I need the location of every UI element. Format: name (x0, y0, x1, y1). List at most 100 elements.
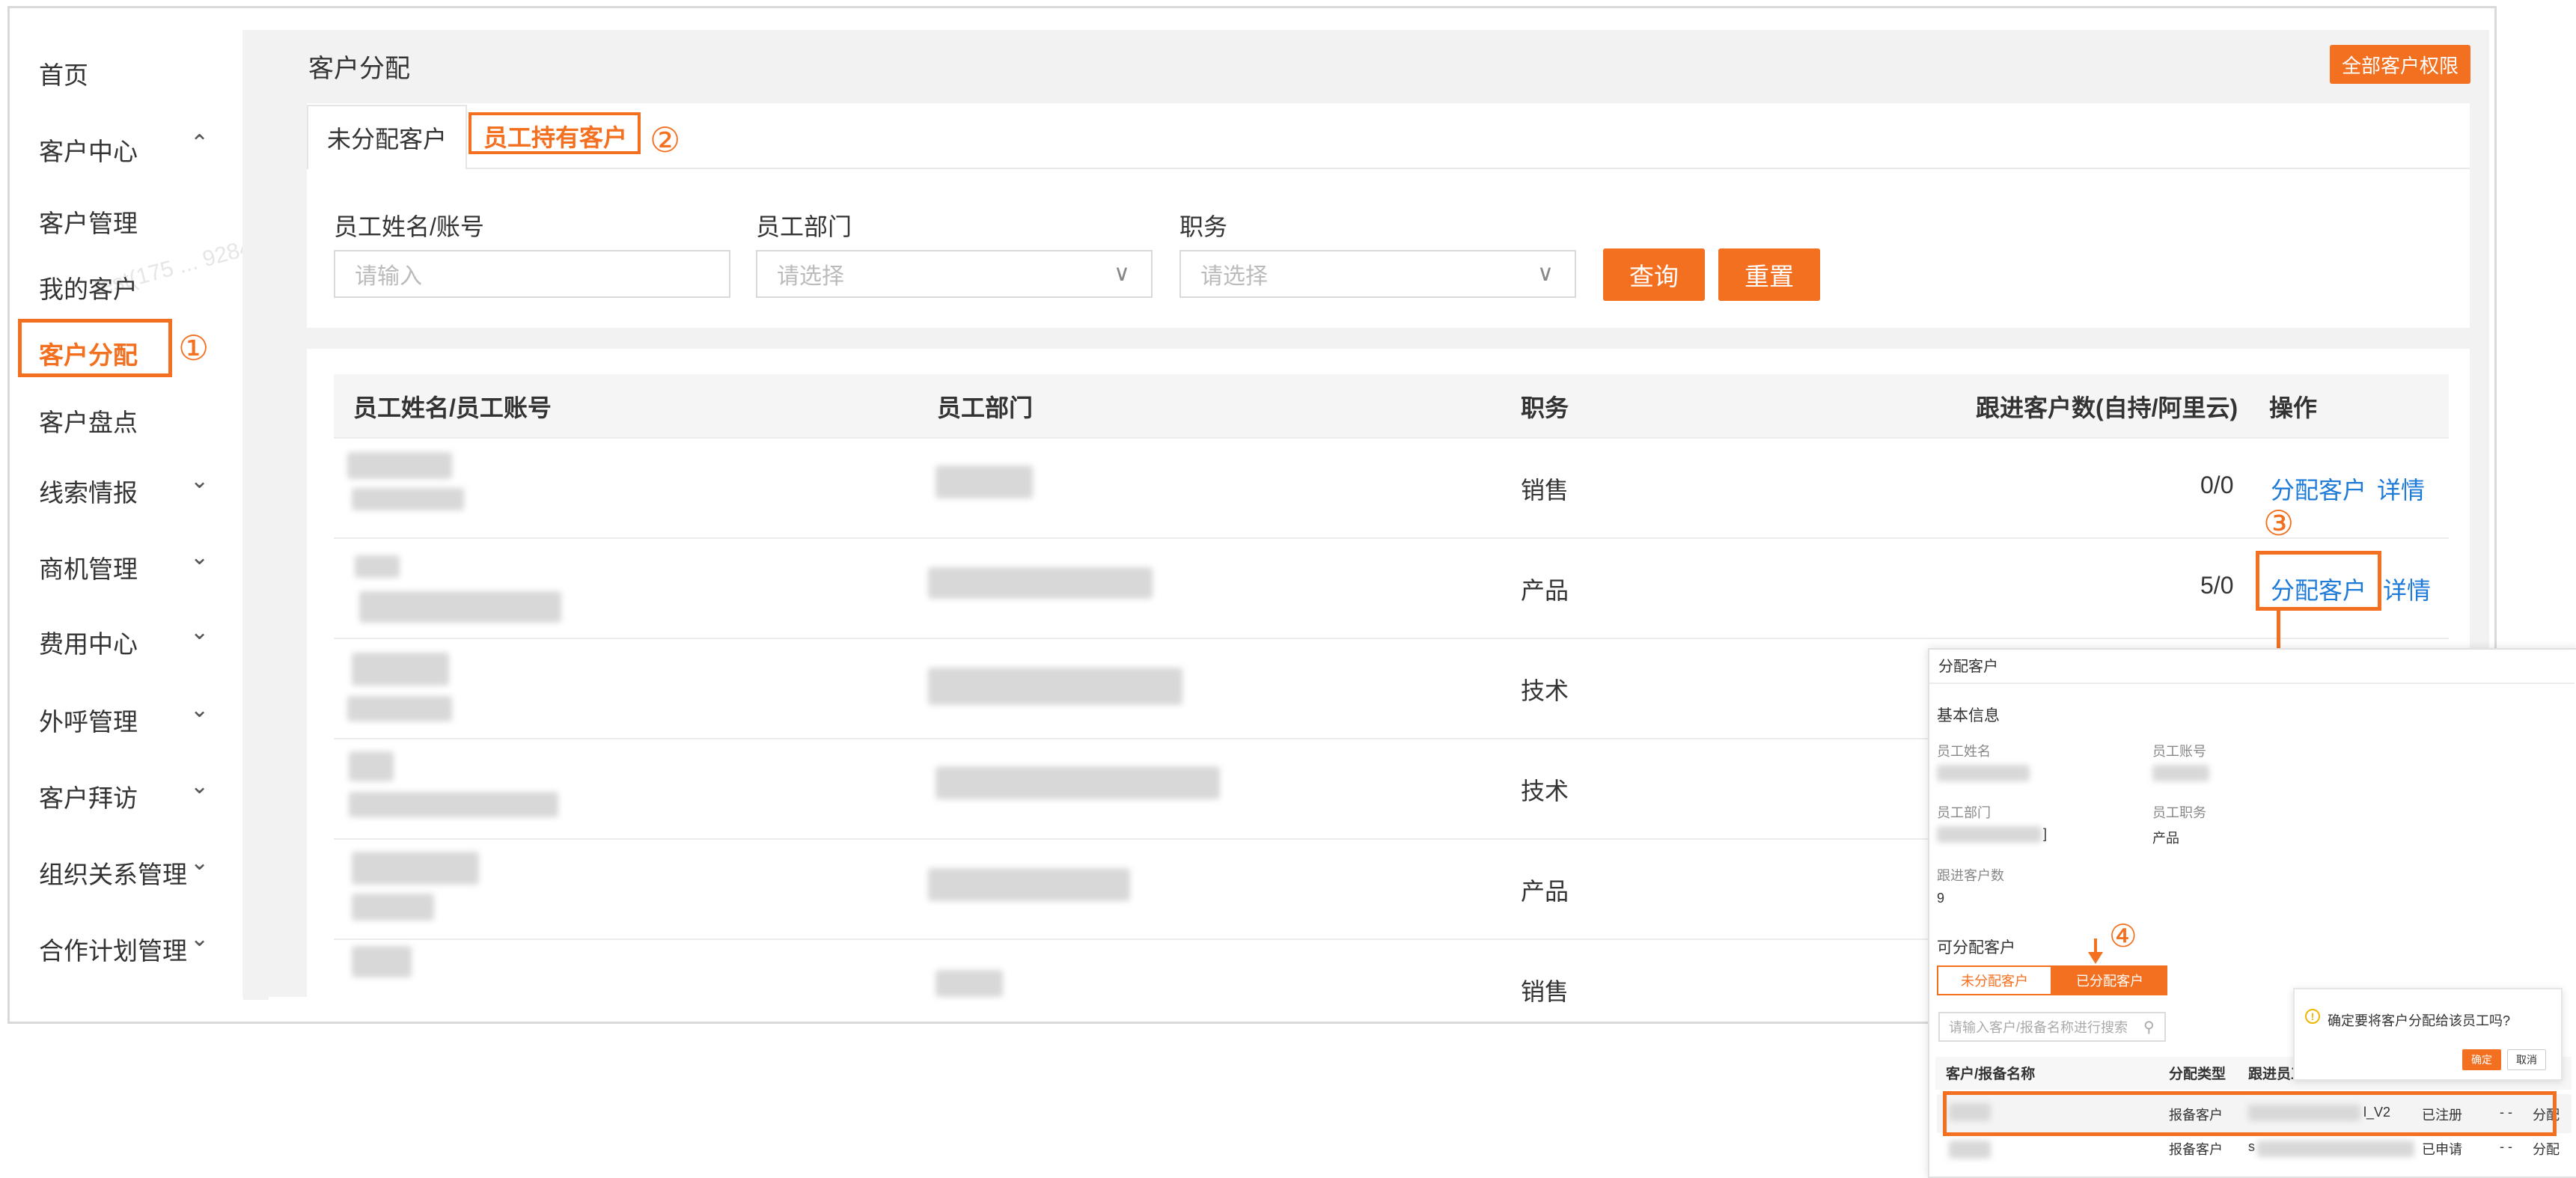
row1-role: 销售 (1521, 477, 1569, 504)
reset-button[interactable]: 重置 (1718, 248, 1820, 301)
redacted-dept (928, 868, 1130, 901)
chevron-down-icon[interactable]: ⌃ (190, 771, 209, 797)
role-placeholder: 请选择 (1200, 264, 1268, 289)
sidebar-item-cooperation-plan[interactable]: 合作计划管理 (39, 931, 187, 967)
chevron-down-icon[interactable]: ⌃ (190, 924, 209, 950)
sidebar-item-customer-inventory[interactable]: 客户盘点 (39, 403, 138, 439)
confirm-message: 确定要将客户分配给该员工吗? (2328, 1013, 2511, 1028)
redacted-employee (2257, 1141, 2414, 1157)
dialog-row2-employee-tail: s (2248, 1139, 2255, 1154)
redacted-dept (936, 466, 1033, 498)
tab-unassigned-customers[interactable]: 未分配客户 (307, 105, 467, 169)
search-icon[interactable]: ⚲ (2143, 1018, 2155, 1037)
dialog-assignable-label: 可分配客户 (1937, 939, 2015, 956)
highlight-box-4 (1943, 1091, 2557, 1136)
department-placeholder: 请选择 (777, 264, 844, 289)
chevron-up-icon[interactable]: ⌃ (190, 130, 209, 156)
row-divider (334, 437, 2449, 439)
dialog-row2-type: 报备客户 (2169, 1142, 2223, 1157)
confirm-cancel-button[interactable]: 取消 (2507, 1049, 2546, 1070)
redacted-dept (928, 567, 1153, 599)
chevron-down-icon[interactable]: ⌃ (190, 466, 209, 492)
redacted-account (352, 894, 434, 921)
dialog-col-customer: 客户/报备名称 (1946, 1066, 2036, 1082)
row1-detail-link[interactable]: 详情 (2377, 471, 2425, 506)
dialog-row2-dash: - - (2500, 1139, 2512, 1154)
dialog-follow-value: 9 (1937, 891, 1945, 906)
highlight-box-2 (468, 112, 641, 154)
sidebar-item-customer-manage[interactable]: 客户管理 (39, 204, 138, 239)
sidebar-item-expense[interactable]: 费用中心 (39, 624, 138, 660)
department-select[interactable]: 请选择 (756, 250, 1153, 298)
col-header-actions: 操作 (2269, 394, 2318, 421)
chevron-down-icon[interactable]: ⌃ (190, 847, 209, 873)
confirm-ok-button[interactable]: 确定 (2462, 1049, 2501, 1070)
dialog-row2-assign-link[interactable]: 分配 (2533, 1139, 2560, 1159)
sidebar-item-outbound-call[interactable]: 外呼管理 (39, 702, 138, 738)
dialog-basic-info: 基本信息 (1937, 707, 2000, 724)
redacted-name (349, 751, 394, 781)
annotation-3: ③ (2263, 504, 2295, 543)
arrow-down-icon (2088, 952, 2103, 964)
row2-assign-link[interactable]: 分配客户 (2271, 572, 2366, 606)
all-customer-permission-button[interactable]: 全部客户权限 (2330, 45, 2470, 84)
col-header-name: 员工姓名/员工账号 (353, 394, 552, 421)
sidebar-item-my-customers[interactable]: 我的客户 (39, 269, 138, 305)
dialog-header-divider (1929, 683, 2575, 684)
redacted-name (352, 852, 479, 885)
chevron-down-icon: ∨ (1114, 261, 1130, 286)
employee-name-placeholder: 请输入 (355, 264, 422, 289)
row2-role: 产品 (1521, 577, 1569, 604)
redacted-account (2152, 765, 2209, 781)
dialog-follow-label: 跟进客户数 (1937, 868, 2004, 883)
warning-icon: ! (2305, 1009, 2320, 1024)
filter-role-label: 职务 (1179, 213, 1228, 240)
chevron-down-icon: ∨ (1537, 261, 1554, 286)
sidebar-item-customer-assign[interactable]: 客户分配 (39, 335, 138, 371)
dialog-search-placeholder: 请输入客户/报备名称进行搜索 (1949, 1020, 2128, 1035)
dialog-dept-value-tail: ] (2043, 826, 2048, 841)
row-divider (334, 638, 2449, 639)
dialog-search-input[interactable]: 请输入客户/报备名称进行搜索 (1938, 1012, 2166, 1042)
sidebar-item-customer-visit[interactable]: 客户拜访 (39, 778, 138, 814)
chevron-down-icon[interactable]: ⌃ (190, 617, 209, 643)
redacted-customer (1949, 1141, 1991, 1159)
row1-assign-link[interactable]: 分配客户 (2271, 471, 2366, 506)
redacted-account (359, 591, 561, 623)
sidebar-item-leads[interactable]: 线索情报 (39, 473, 138, 509)
row4-role: 技术 (1521, 778, 1569, 805)
dialog-tab-unassigned[interactable]: 未分配客户 (1937, 965, 2052, 995)
redacted-dept (936, 970, 1003, 997)
filter-name-label: 员工姓名/账号 (334, 213, 484, 240)
redacted-dept (936, 766, 1220, 799)
dialog-name-label: 员工姓名 (1937, 744, 1991, 759)
page-title: 客户分配 (308, 55, 410, 83)
row6-role: 销售 (1521, 978, 1569, 1005)
redacted-dept (928, 668, 1182, 705)
annotation-1: ① (178, 329, 210, 367)
col-header-role: 职务 (1521, 394, 1569, 421)
redacted-name (347, 452, 452, 479)
chevron-down-icon[interactable]: ⌃ (190, 695, 209, 721)
row2-detail-link[interactable]: 详情 (2383, 572, 2431, 606)
redacted-name (352, 946, 412, 977)
filter-dept-label: 员工部门 (756, 213, 852, 240)
row3-role: 技术 (1521, 677, 1569, 704)
annotation-2: ② (650, 120, 681, 159)
dialog-account-label: 员工账号 (2152, 744, 2206, 759)
dialog-row2-status: 已申请 (2422, 1142, 2462, 1157)
employee-name-input[interactable]: 请输入 (334, 250, 730, 298)
chevron-down-icon[interactable]: ⌃ (190, 542, 209, 568)
sidebar-item-org-relations[interactable]: 组织关系管理 (39, 855, 187, 891)
query-button[interactable]: 查询 (1603, 248, 1705, 301)
col-header-dept: 员工部门 (937, 394, 1034, 421)
sidebar-item-customer-center[interactable]: 客户中心 (39, 132, 138, 168)
sidebar-item-home[interactable]: 首页 (39, 55, 88, 91)
dialog-col-type: 分配类型 (2169, 1066, 2226, 1082)
sidebar-item-opportunity[interactable]: 商机管理 (39, 549, 138, 585)
redacted-name (352, 653, 449, 686)
dialog-tab-assigned[interactable]: 已分配客户 (2052, 965, 2167, 995)
redacted-name (355, 555, 400, 578)
row-divider (334, 537, 2449, 539)
role-select[interactable]: 请选择 (1179, 250, 1576, 298)
